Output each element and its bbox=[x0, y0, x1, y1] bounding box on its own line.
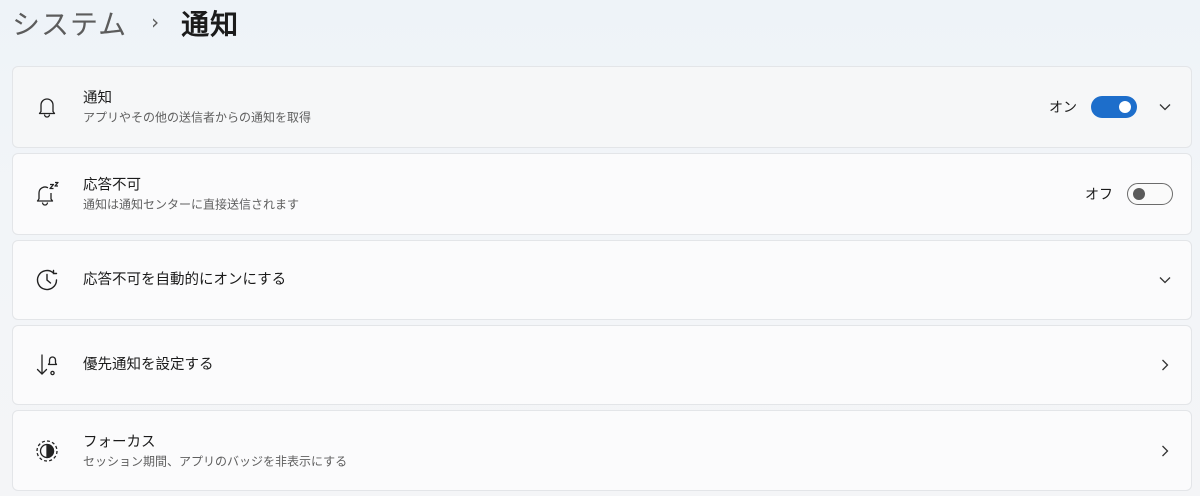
setting-priority-notifications[interactable]: 優先通知を設定する bbox=[12, 325, 1192, 405]
bell-snooze-icon bbox=[33, 180, 61, 208]
breadcrumb-parent-link[interactable]: システム bbox=[12, 3, 127, 43]
setting-title: 応答不可を自動的にオンにする bbox=[83, 272, 287, 288]
toggle-state-label: オン bbox=[1049, 100, 1077, 116]
focus-icon bbox=[33, 437, 61, 465]
setting-title: 優先通知を設定する bbox=[83, 357, 214, 373]
setting-auto-do-not-disturb[interactable]: 応答不可を自動的にオンにする bbox=[12, 240, 1192, 320]
do-not-disturb-toggle[interactable] bbox=[1127, 183, 1173, 205]
breadcrumb-separator: › bbox=[151, 10, 160, 34]
setting-title: 応答不可 bbox=[83, 177, 141, 194]
bell-icon bbox=[33, 93, 61, 121]
chevron-right-icon[interactable] bbox=[1157, 443, 1173, 459]
chevron-down-icon[interactable] bbox=[1157, 99, 1173, 115]
toggle-state-label: オフ bbox=[1085, 187, 1113, 203]
priority-icon bbox=[33, 351, 61, 379]
breadcrumb: システム › 通知 bbox=[12, 0, 239, 46]
chevron-right-icon[interactable] bbox=[1157, 357, 1173, 373]
setting-focus[interactable]: フォーカス セッション期間、アプリのバッジを非表示にする bbox=[12, 410, 1192, 491]
notifications-toggle[interactable] bbox=[1091, 96, 1137, 118]
setting-description: セッション期間、アプリのバッジを非表示にする bbox=[83, 454, 348, 468]
setting-title: 通知 bbox=[83, 90, 112, 107]
setting-description: アプリやその他の送信者からの通知を取得 bbox=[83, 110, 312, 125]
page-title: 通知 bbox=[181, 8, 240, 41]
setting-title: フォーカス bbox=[83, 434, 156, 450]
setting-notifications[interactable]: 通知 アプリやその他の送信者からの通知を取得 オン bbox=[12, 66, 1192, 148]
setting-description: 通知は通知センターに直接送信されます bbox=[83, 197, 300, 212]
setting-do-not-disturb[interactable]: 応答不可 通知は通知センターに直接送信されます オフ bbox=[12, 153, 1192, 235]
clock-icon bbox=[33, 266, 61, 294]
chevron-down-icon[interactable] bbox=[1157, 272, 1173, 288]
